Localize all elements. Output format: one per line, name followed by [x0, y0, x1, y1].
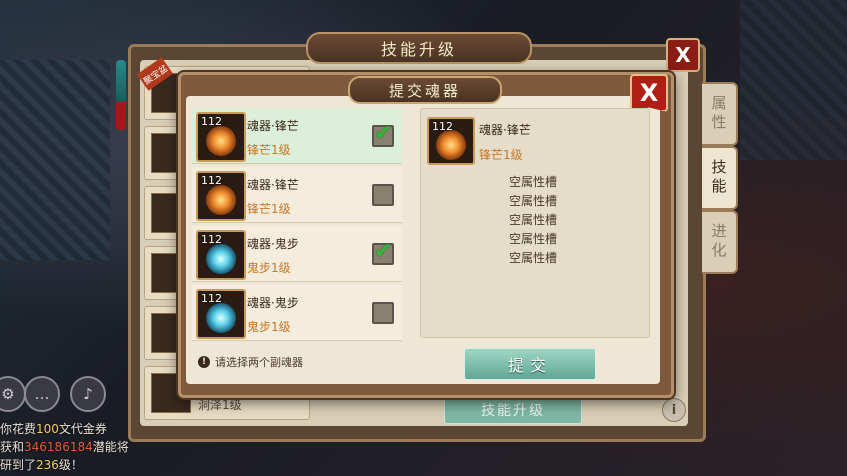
soul-detail-panel: 112 魂器·锋芒 锋芒1级 空属性槽 空属性槽 空属性槽 空属性槽 空属性槽: [420, 108, 650, 338]
tab-evolve[interactable]: 进化: [702, 210, 738, 274]
fire-orb-icon: [206, 185, 236, 215]
item-level: 112: [201, 174, 222, 187]
checkmark-icon: ✔: [374, 121, 393, 146]
tab-attributes[interactable]: 属性: [702, 82, 738, 146]
detail-sub-level: 锋芒1级: [479, 148, 523, 162]
chat-text: 获和: [0, 440, 25, 454]
select-checkbox[interactable]: ✔: [372, 239, 394, 265]
soul-item-icon: 112: [196, 112, 246, 162]
ice-orb-icon: [206, 244, 236, 274]
item-name: 魂器·锋芒: [247, 119, 299, 133]
hint-text: 请选择两个副魂器: [215, 356, 303, 369]
microphone-icon[interactable]: ♪: [70, 376, 106, 412]
item-name: 魂器·鬼步: [247, 296, 299, 310]
ice-orb-icon: [206, 303, 236, 333]
empty-attribute-slot: 空属性槽: [509, 213, 558, 227]
item-sub-level: 锋芒1级: [247, 202, 291, 216]
item-sub-level: 锋芒1级: [247, 143, 291, 157]
detail-item-icon: 112: [427, 117, 475, 165]
item-level: 112: [201, 115, 222, 128]
fire-orb-icon: [436, 130, 466, 160]
skill-upgrade-close-button[interactable]: X: [666, 38, 700, 72]
select-checkbox[interactable]: ✔: [372, 121, 394, 147]
submit-button[interactable]: 提交: [464, 348, 596, 380]
empty-attribute-slot: 空属性槽: [509, 232, 558, 246]
select-checkbox[interactable]: [372, 184, 394, 206]
soul-item[interactable]: 112 魂器·鬼步 鬼步1级: [192, 285, 402, 341]
item-name: 魂器·锋芒: [247, 178, 299, 192]
skill-upgrade-title: 技能升级: [306, 32, 532, 64]
chat-message: 研到了236级！: [0, 456, 83, 473]
checkmark-icon: ✔: [374, 239, 393, 264]
chat-message: 你花费100文代金券: [0, 420, 107, 437]
chat-text: 潜能将: [92, 440, 129, 454]
dialog-close-button[interactable]: X: [630, 74, 668, 112]
chat-text: 你花费: [0, 422, 37, 436]
detail-level: 112: [432, 120, 453, 133]
item-name: 魂器·鬼步: [247, 237, 299, 251]
selection-hint: ! 请选择两个副魂器: [198, 354, 303, 370]
warning-icon: !: [198, 356, 210, 368]
chat-bubble-icon[interactable]: …: [24, 376, 60, 412]
item-level: 112: [201, 233, 222, 246]
select-checkbox[interactable]: [372, 302, 394, 324]
item-sub-level: 鬼步1级: [247, 261, 291, 275]
soul-item-icon: 112: [196, 171, 246, 221]
empty-attribute-slot: 空属性槽: [509, 251, 558, 265]
chat-amount: 100: [36, 422, 59, 436]
item-sub-level: 鬼步1级: [247, 320, 291, 334]
skill-level-label: 洞泽1级: [198, 398, 242, 412]
chat-text: 级！: [58, 458, 83, 472]
empty-attribute-slot: 空属性槽: [509, 194, 558, 208]
soul-item[interactable]: 112 魂器·锋芒 锋芒1级 ✔: [192, 108, 402, 164]
soul-item-icon: 112: [196, 230, 246, 280]
detail-name: 魂器·锋芒: [479, 123, 531, 137]
chat-amount: 236: [36, 458, 59, 472]
tassel-ornament: [116, 60, 126, 130]
fire-orb-icon: [206, 126, 236, 156]
soul-item-icon: 112: [196, 289, 246, 339]
attribute-slot-list: 空属性槽 空属性槽 空属性槽 空属性槽 空属性槽: [509, 173, 557, 268]
item-level: 112: [201, 292, 222, 305]
empty-attribute-slot: 空属性槽: [509, 175, 558, 189]
soul-item[interactable]: 112 魂器·锋芒 锋芒1级: [192, 167, 402, 223]
chat-message: 获和346186184潜能将: [0, 438, 129, 455]
chat-text: 文代金券: [58, 422, 107, 436]
chat-amount: 346186184: [24, 440, 93, 454]
chat-text: 研到了: [0, 458, 37, 472]
info-icon[interactable]: i: [662, 398, 686, 422]
soul-item[interactable]: 112 魂器·鬼步 鬼步1级 ✔: [192, 226, 402, 282]
soul-item-list: 112 魂器·锋芒 锋芒1级 ✔ 112 魂器·锋芒 锋芒1级 112 魂器·鬼…: [192, 108, 402, 341]
tab-skills[interactable]: 技能: [702, 146, 738, 210]
dialog-title: 提交魂器: [348, 76, 502, 104]
skill-upgrade-button[interactable]: 技能升级: [444, 396, 582, 424]
